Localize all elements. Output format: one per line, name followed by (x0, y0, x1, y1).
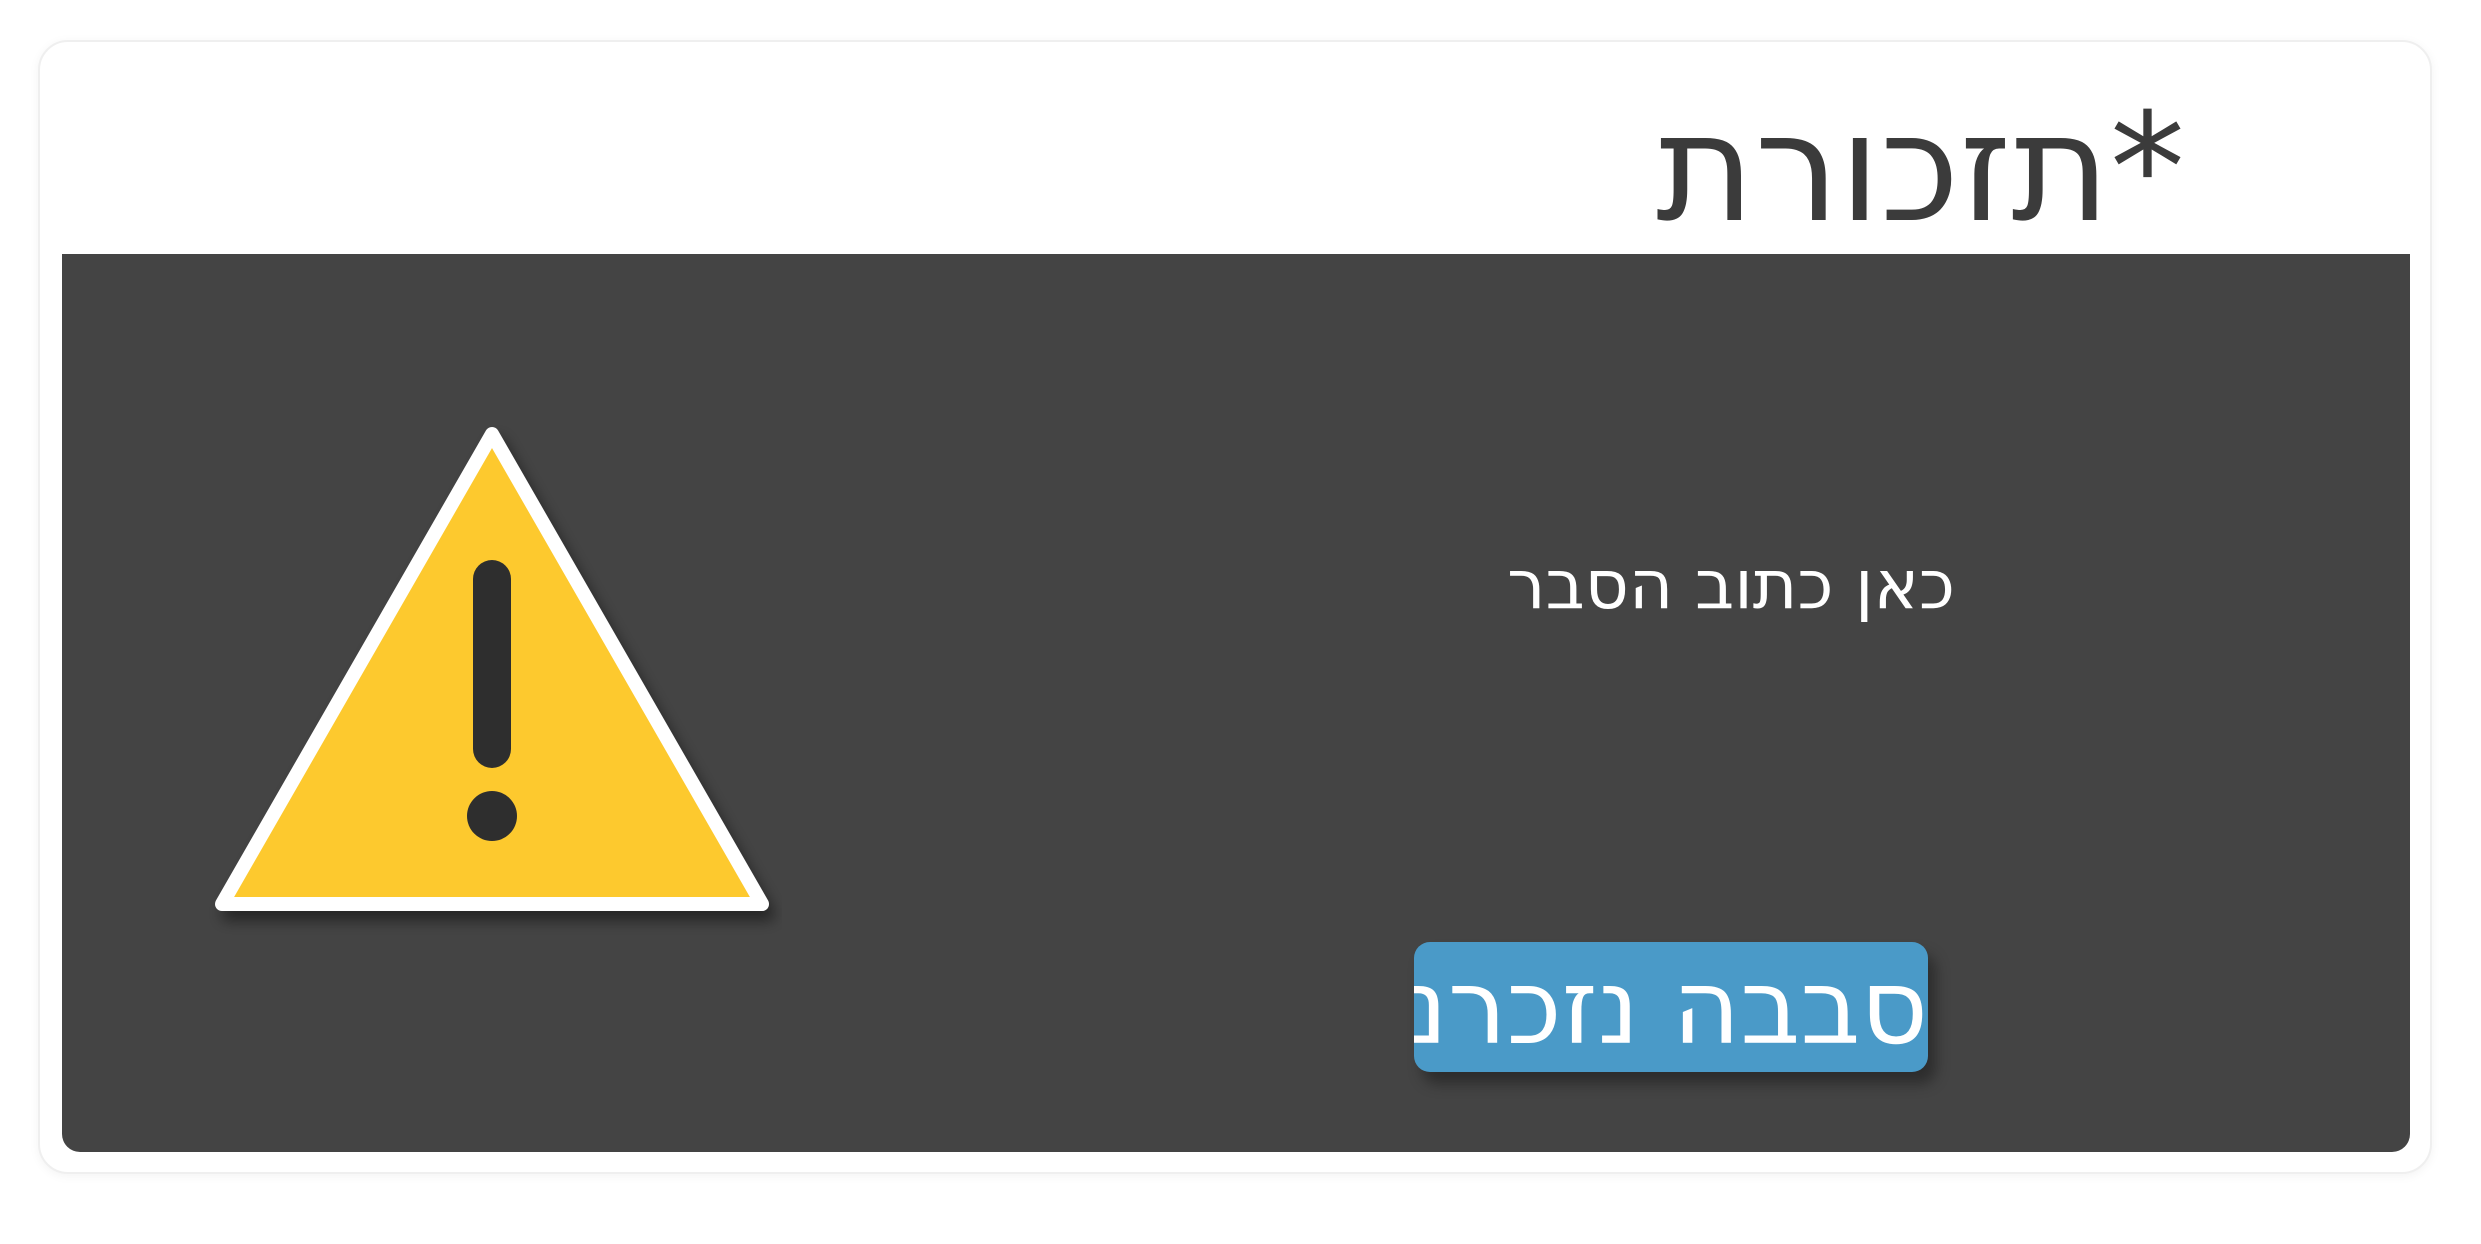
warning-triangle-icon (215, 427, 769, 911)
explanation-text: כאן כתוב הסבר (1507, 546, 1955, 625)
dialog-header: *תזכורת (40, 42, 2430, 254)
reminder-dialog: *תזכורת כאן כתוב הסבר סבבה נזכרנו (38, 40, 2432, 1174)
dialog-body: כאן כתוב הסבר סבבה נזכרנו (62, 254, 2410, 1152)
confirm-button[interactable]: סבבה נזכרנו (1414, 942, 1928, 1072)
dialog-title: *תזכורת (1656, 82, 2185, 256)
